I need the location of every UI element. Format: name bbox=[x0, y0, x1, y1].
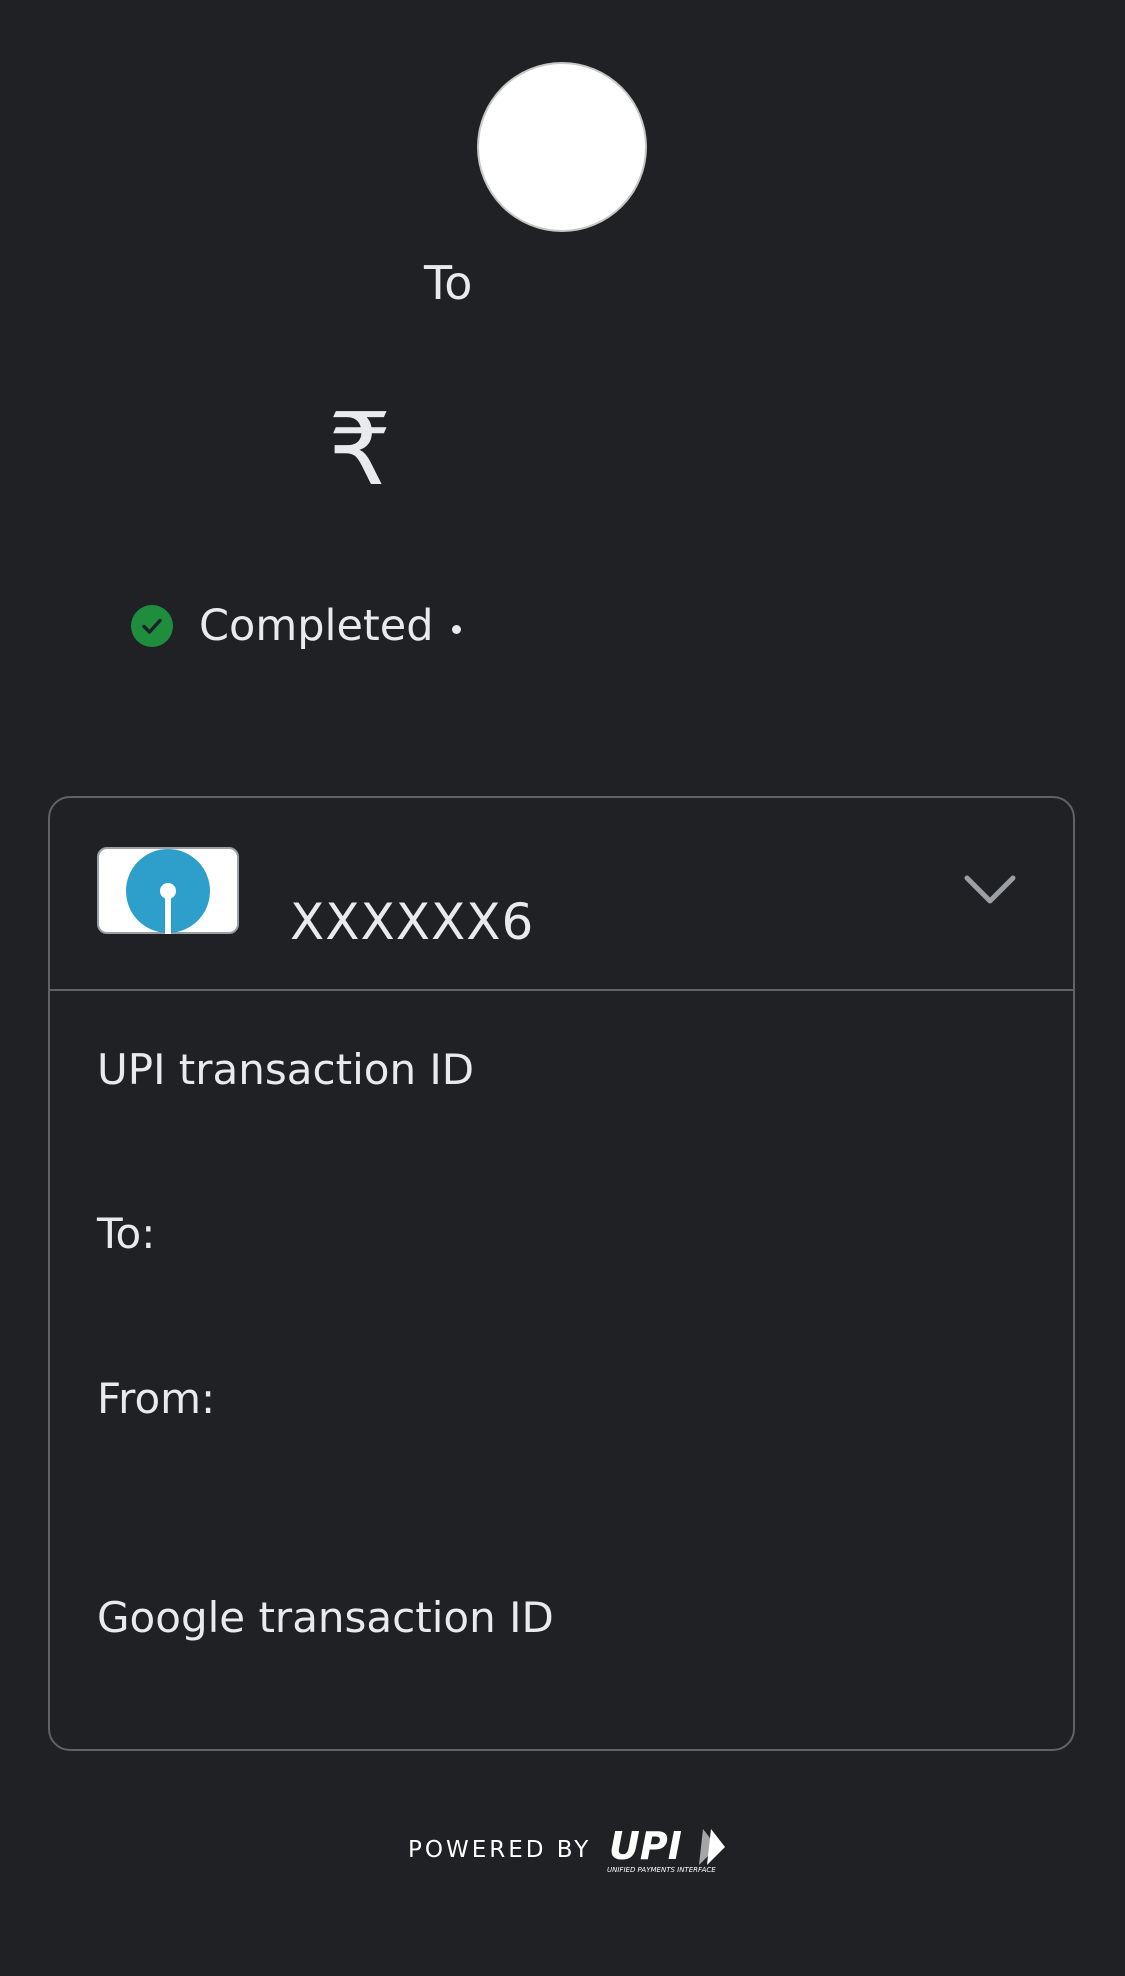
powered-by-text: POWERED BY bbox=[408, 1837, 592, 1863]
amount-row: ₹ bbox=[328, 395, 392, 505]
bank-logo-icon bbox=[97, 847, 239, 934]
chevron-down-icon[interactable] bbox=[963, 870, 1017, 910]
payee-avatar bbox=[479, 64, 645, 230]
status-row: Completed bbox=[131, 600, 461, 652]
check-circle-icon bbox=[131, 605, 173, 647]
account-number: XXXXXX6 bbox=[290, 893, 535, 951]
account-header[interactable]: XXXXXX6 bbox=[50, 798, 1073, 991]
status-text: Completed bbox=[199, 601, 434, 651]
upi-logo: UPI UNIFIED PAYMENTS INTERFACE bbox=[607, 1825, 726, 1874]
rupee-symbol: ₹ bbox=[328, 391, 392, 508]
to-label: To: bbox=[97, 1209, 156, 1258]
upi-transaction-id-label: UPI transaction ID bbox=[97, 1045, 475, 1094]
payee-label: To bbox=[424, 256, 473, 310]
separator-dot bbox=[451, 624, 461, 634]
google-transaction-id-label: Google transaction ID bbox=[97, 1593, 554, 1642]
upi-logo-text: UPI bbox=[609, 1825, 682, 1868]
upi-tagline: UNIFIED PAYMENTS INTERFACE bbox=[607, 1866, 716, 1874]
from-label: From: bbox=[97, 1374, 216, 1423]
transaction-details-card: XXXXXX6 UPI transaction ID To: From: Goo… bbox=[48, 796, 1075, 1751]
powered-by-footer: POWERED BY UPI UNIFIED PAYMENTS INTERFAC… bbox=[408, 1822, 733, 1878]
